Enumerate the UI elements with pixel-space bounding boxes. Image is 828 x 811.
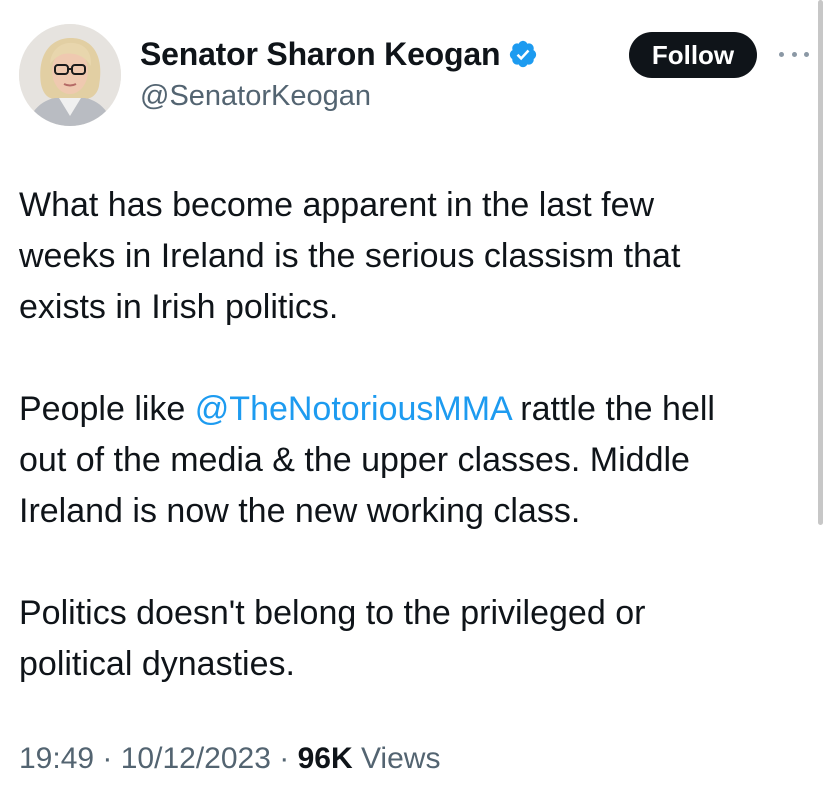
user-handle[interactable]: @SenatorKeogan bbox=[140, 80, 538, 113]
tweet-line: Ireland is now the new working class. bbox=[19, 492, 581, 530]
tweet-paragraph-2: People like @TheNotoriousMMA rattle the … bbox=[19, 384, 809, 537]
tweet-line: political dynasties. bbox=[19, 645, 295, 683]
more-dot bbox=[779, 51, 784, 57]
verified-badge-icon[interactable] bbox=[508, 39, 538, 69]
tweet-line: exists in Irish politics. bbox=[19, 288, 339, 326]
tweet-line: Politics doesn't belong to the privilege… bbox=[19, 594, 646, 632]
avatar-image bbox=[19, 24, 121, 126]
views-label: Views bbox=[352, 742, 441, 775]
tweet: Senator Sharon Keogan @SenatorKeogan Fol… bbox=[0, 0, 828, 811]
author-name-row: Senator Sharon Keogan bbox=[140, 34, 538, 74]
tweet-line: weeks in Ireland is the serious classism… bbox=[19, 237, 681, 275]
views-count[interactable]: 96K bbox=[298, 742, 353, 775]
display-name[interactable]: Senator Sharon Keogan bbox=[140, 36, 501, 73]
tweet-meta: 19:49 · 10/12/2023 · 96K Views bbox=[19, 742, 440, 776]
author-block: Senator Sharon Keogan @SenatorKeogan bbox=[140, 34, 538, 113]
more-dot bbox=[804, 51, 809, 57]
tweet-paragraph-1: What has become apparent in the last few… bbox=[19, 180, 809, 333]
tweet-text-segment: rattle the hell bbox=[510, 390, 715, 428]
tweet-paragraph-3: Politics doesn't belong to the privilege… bbox=[19, 588, 809, 690]
follow-button[interactable]: Follow bbox=[629, 32, 757, 78]
tweet-text: What has become apparent in the last few… bbox=[19, 180, 809, 690]
tweet-line: What has become apparent in the last few bbox=[19, 186, 655, 224]
tweet-line: out of the media & the upper classes. Mi… bbox=[19, 441, 690, 479]
more-dot bbox=[791, 51, 797, 57]
meta-separator: · bbox=[270, 742, 298, 775]
avatar[interactable] bbox=[19, 24, 121, 126]
mention-link[interactable]: @TheNotoriousMMA bbox=[195, 390, 511, 428]
tweet-text-segment: People like bbox=[19, 390, 195, 428]
scrollbar[interactable] bbox=[818, 0, 823, 525]
tweet-time[interactable]: 19:49 bbox=[19, 742, 94, 775]
tweet-date[interactable]: 10/12/2023 bbox=[121, 742, 271, 775]
tweet-line: People like @TheNotoriousMMA rattle the … bbox=[19, 384, 809, 435]
meta-separator: · bbox=[94, 742, 121, 775]
more-options-icon[interactable] bbox=[779, 44, 809, 64]
